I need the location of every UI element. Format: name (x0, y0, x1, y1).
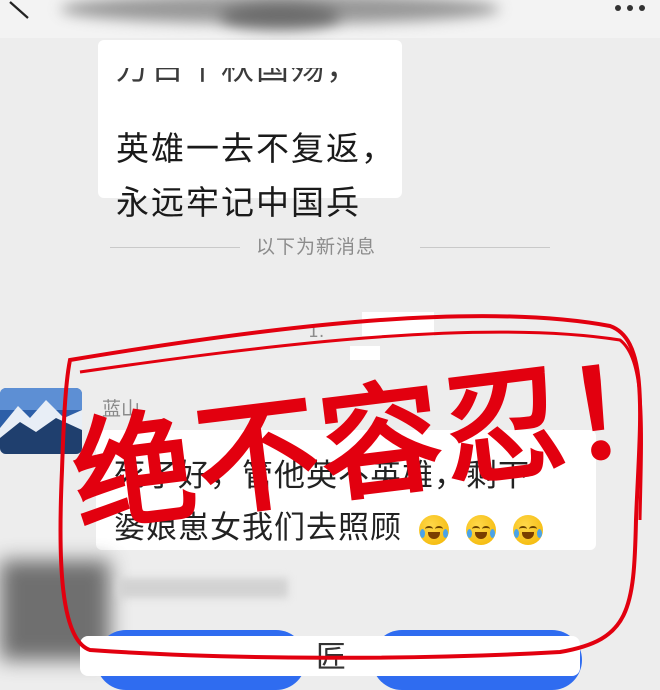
message-line: 英雄一去不复返， (116, 129, 396, 168)
message-bubble-new: 死了好，管他英不英雄，剩下 婆娘崽女我们去照顾 (96, 430, 596, 550)
white-patch (362, 312, 434, 336)
partial-text: 1. (308, 322, 325, 342)
message-line: 永远牢记中国兵 (116, 183, 361, 222)
divider-label: 以下为新消息 (256, 236, 377, 258)
white-patch-small (350, 346, 380, 360)
message-bubble-previous: 万古千秋国殇， 英雄一去不复返， 永远牢记中国兵 (98, 40, 402, 222)
message-line-text: 婆娘崽女我们去照顾 (114, 510, 402, 546)
bottom-glyph: 匠 (316, 640, 346, 675)
blurred-title-part (220, 4, 340, 30)
laughing-crying-face-icon (465, 514, 496, 545)
blurred-text (118, 578, 288, 598)
avatar[interactable] (0, 388, 82, 454)
message-line-partial: 万古千秋国殇， (116, 68, 361, 90)
more-icon[interactable] (610, 2, 650, 16)
divider-line-right (420, 247, 550, 248)
laughing-crying-face-icon (418, 514, 449, 545)
chevron-left-icon[interactable] (6, 0, 34, 20)
message-line-with-emoji: 婆娘崽女我们去照顾 (114, 502, 543, 547)
sender-name: 蓝山 (102, 398, 141, 420)
message-line: 死了好，管他英不英雄，剩下 (114, 458, 530, 494)
mountain-avatar-image (0, 388, 82, 454)
new-messages-divider: 以下为新消息 (0, 232, 660, 262)
divider-line-left (110, 247, 240, 248)
chat-header (0, 0, 660, 38)
laughing-crying-face-icon (512, 514, 543, 545)
